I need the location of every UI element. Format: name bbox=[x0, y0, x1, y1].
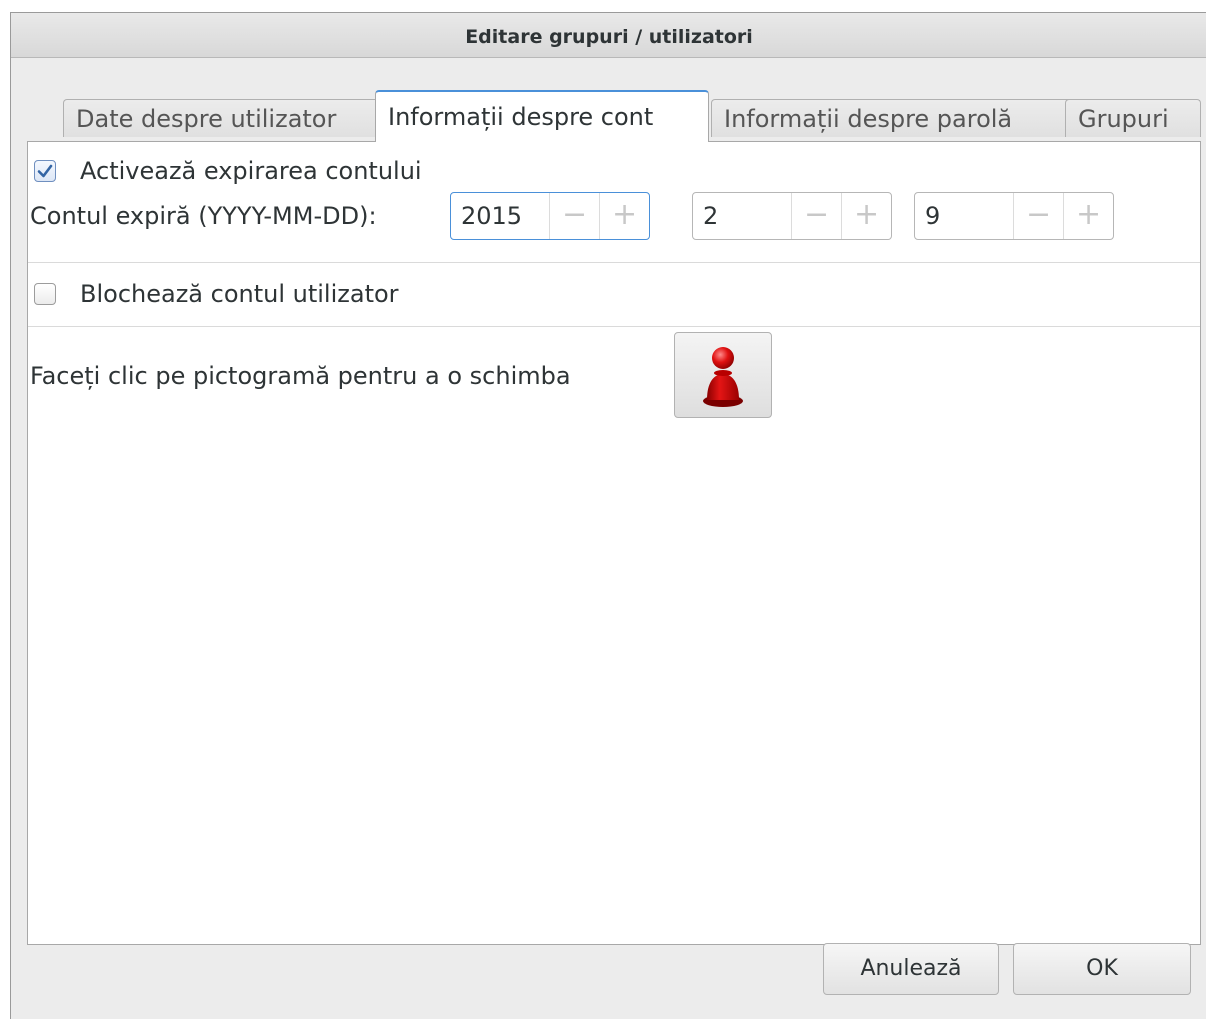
ok-button[interactable]: OK bbox=[1013, 943, 1191, 995]
tab-groups[interactable]: Grupuri bbox=[1065, 99, 1201, 137]
lock-account-checkbox[interactable] bbox=[34, 283, 56, 305]
separator bbox=[28, 262, 1200, 263]
icon-hint-label: Faceți clic pe pictogramă pentru a o sch… bbox=[30, 362, 571, 390]
month-decrement-button[interactable]: − bbox=[791, 193, 841, 239]
year-spinbutton: 2015 − + bbox=[450, 192, 650, 240]
tab-password-info[interactable]: Informații despre parolă bbox=[711, 99, 1079, 137]
enable-expiration-label: Activează expirarea contului bbox=[80, 157, 422, 185]
day-decrement-button[interactable]: − bbox=[1013, 193, 1063, 239]
tab-account-info[interactable]: Informații despre cont bbox=[375, 90, 709, 142]
day-increment-button[interactable]: + bbox=[1063, 193, 1113, 239]
year-input[interactable]: 2015 bbox=[451, 193, 549, 239]
enable-expiration-row[interactable]: Activează expirarea contului bbox=[34, 156, 422, 186]
year-increment-button[interactable]: + bbox=[599, 193, 649, 239]
lock-account-row[interactable]: Blochează contul utilizator bbox=[34, 279, 399, 309]
tab-bar: Date despre utilizator Informații despre… bbox=[27, 85, 1203, 142]
separator bbox=[28, 326, 1200, 327]
day-input[interactable]: 9 bbox=[915, 193, 1013, 239]
expires-label: Contul expiră (YYYY-MM-DD): bbox=[30, 202, 377, 230]
month-increment-button[interactable]: + bbox=[841, 193, 891, 239]
dialog-window: Editare grupuri / utilizatori Date despr… bbox=[10, 12, 1206, 1019]
year-decrement-button[interactable]: − bbox=[549, 193, 599, 239]
tab-user-data[interactable]: Date despre utilizator bbox=[63, 99, 391, 137]
cancel-button[interactable]: Anulează bbox=[823, 943, 999, 995]
lock-account-label: Blochează contul utilizator bbox=[80, 280, 399, 308]
month-input[interactable]: 2 bbox=[693, 193, 791, 239]
account-info-panel: Activează expirarea contului Contul expi… bbox=[27, 141, 1201, 945]
user-avatar-icon bbox=[703, 347, 743, 407]
title-bar[interactable]: Editare grupuri / utilizatori bbox=[11, 13, 1206, 58]
day-spinbutton: 9 − + bbox=[914, 192, 1114, 240]
month-spinbutton: 2 − + bbox=[692, 192, 892, 240]
checkmark-icon bbox=[37, 164, 53, 178]
change-icon-button[interactable] bbox=[674, 332, 772, 418]
enable-expiration-checkbox[interactable] bbox=[34, 160, 56, 182]
